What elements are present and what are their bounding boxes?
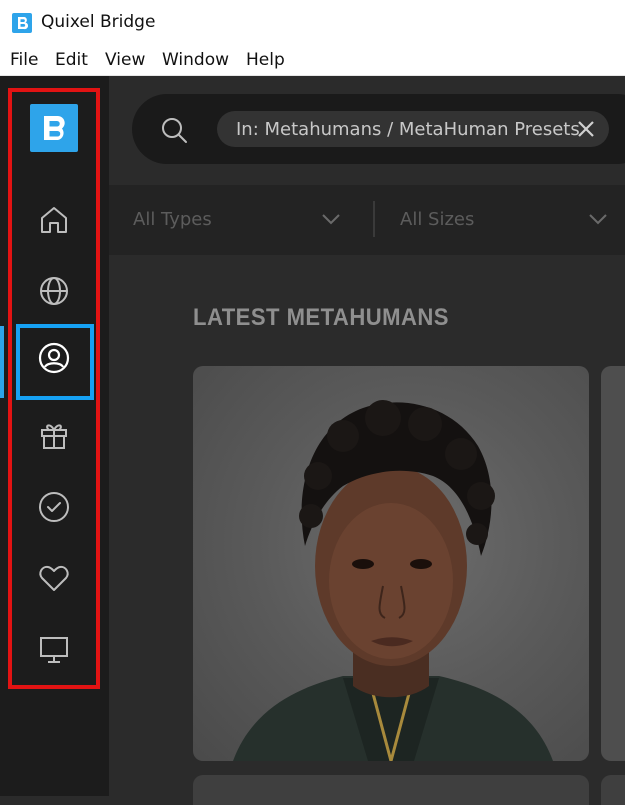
gift-icon <box>41 424 67 449</box>
app-logo-icon <box>12 13 32 33</box>
metahuman-portrait <box>233 400 553 761</box>
active-nav-indicator <box>0 326 4 398</box>
globe-icon <box>40 277 68 305</box>
search-icon[interactable] <box>158 114 190 146</box>
metahuman-card-next-row-partial[interactable] <box>601 775 625 805</box>
menu-help[interactable]: Help <box>246 50 285 70</box>
metahuman-card-partial[interactable] <box>601 366 625 761</box>
metahuman-card-next-row[interactable] <box>193 775 589 805</box>
window-title: Quixel Bridge <box>41 12 156 32</box>
menu-view[interactable]: View <box>105 50 145 70</box>
chevron-down-icon[interactable] <box>588 212 608 226</box>
menu-bar: File Edit View Window Help <box>0 45 625 76</box>
sidebar-item-purchased[interactable] <box>30 483 78 531</box>
bridge-logo-icon[interactable] <box>30 104 78 152</box>
sidebar-item-free[interactable] <box>30 411 78 459</box>
close-icon[interactable] <box>576 119 596 139</box>
menu-window[interactable]: Window <box>162 50 229 70</box>
menu-edit[interactable]: Edit <box>55 50 88 70</box>
sidebar-item-home[interactable] <box>30 196 78 244</box>
user-circle-icon <box>38 342 70 374</box>
window-titlebar: Quixel Bridge <box>0 0 625 45</box>
sidebar-item-browse[interactable] <box>30 267 78 315</box>
home-icon <box>41 207 67 233</box>
search-filter-chip-label: In: Metahumans / MetaHuman Presets <box>236 119 580 140</box>
heart-icon <box>39 565 69 591</box>
type-filter-dropdown[interactable]: All Types <box>133 209 212 230</box>
menu-file[interactable]: File <box>10 50 38 70</box>
check-circle-icon <box>39 492 69 522</box>
sidebar-item-favorites[interactable] <box>30 554 78 602</box>
metahuman-card[interactable] <box>193 366 589 761</box>
filter-divider <box>373 201 375 237</box>
sidebar-item-metahumans[interactable] <box>30 334 78 382</box>
sidebar-item-local[interactable] <box>30 626 78 674</box>
monitor-icon <box>40 637 68 663</box>
chevron-down-icon[interactable] <box>321 212 341 226</box>
section-title: LATEST METAHUMANS <box>193 304 450 331</box>
size-filter-dropdown[interactable]: All Sizes <box>400 209 474 230</box>
